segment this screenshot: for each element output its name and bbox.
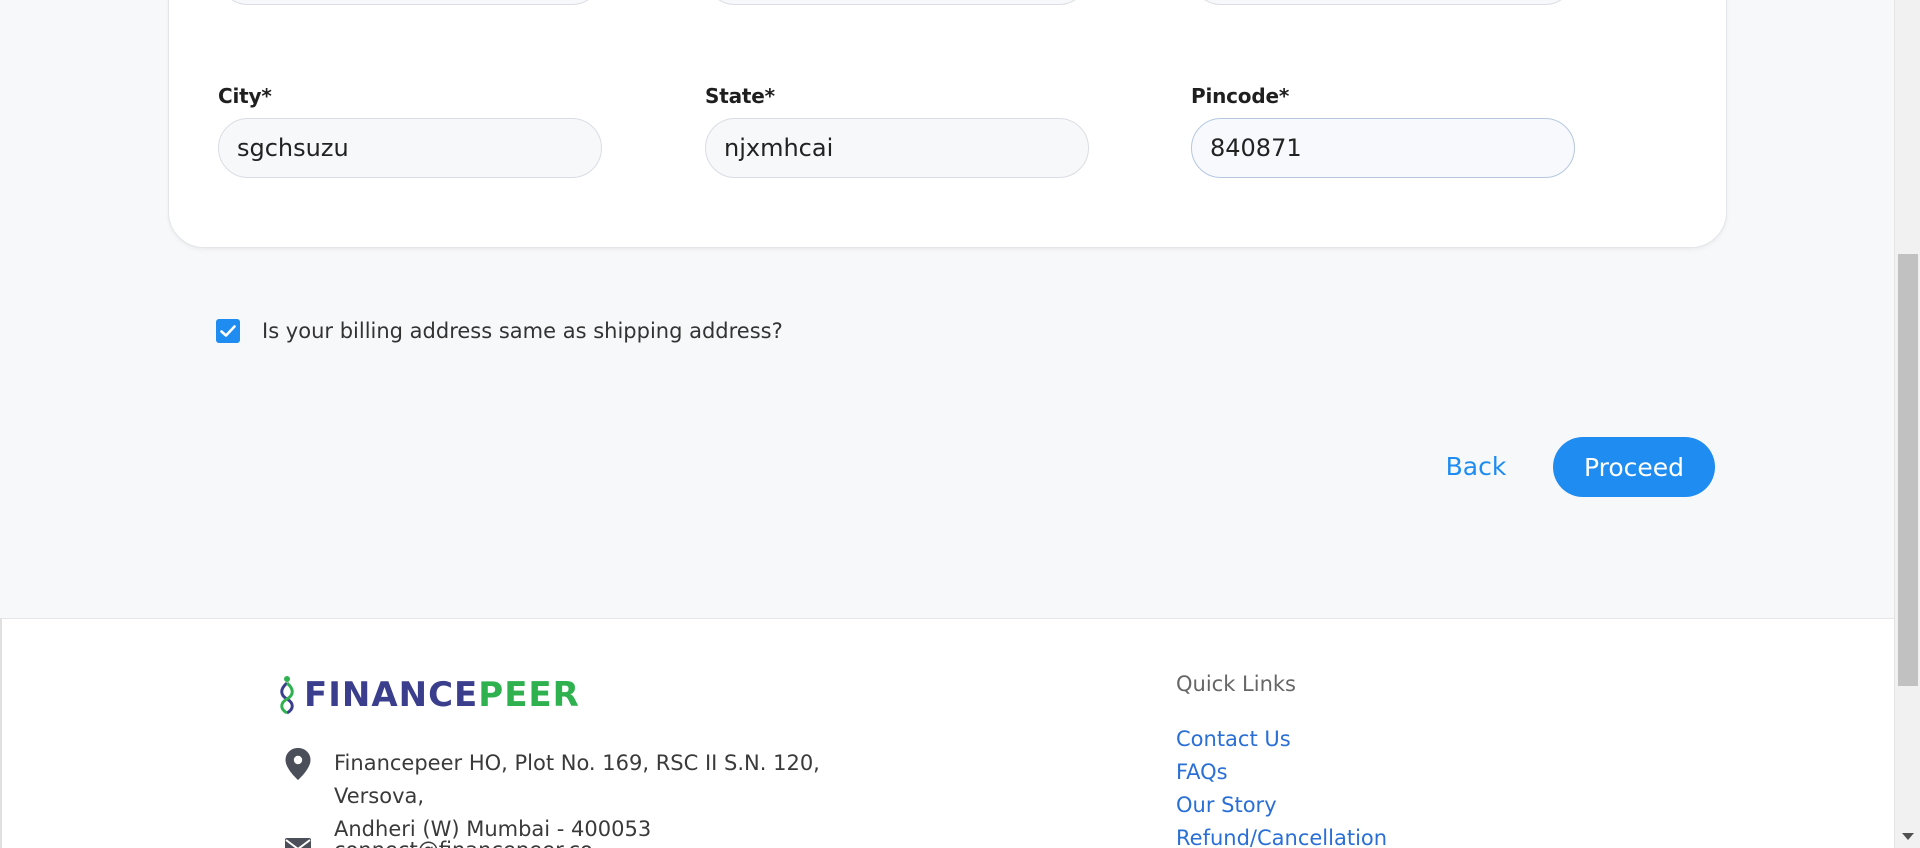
city-input[interactable] bbox=[218, 118, 602, 178]
quick-link-item: Refund/Cancellation bbox=[1176, 822, 1387, 848]
location-pin-icon bbox=[285, 748, 311, 780]
mail-icon bbox=[285, 838, 311, 848]
address-line-2-input[interactable] bbox=[705, 0, 1089, 5]
landmark-input[interactable] bbox=[1191, 0, 1575, 5]
scroll-down-arrow-icon[interactable] bbox=[1902, 833, 1914, 840]
footer-email: connect@financepeer.co bbox=[284, 837, 593, 848]
financepeer-logo-icon bbox=[280, 676, 294, 715]
footer-address: Financepeer HO, Plot No. 169, RSC II S.N… bbox=[284, 747, 894, 846]
financepeer-logo[interactable]: FINANCEPEER bbox=[278, 675, 580, 715]
billing-same-row: Is your billing address same as shipping… bbox=[216, 318, 783, 344]
footer-address-text: Financepeer HO, Plot No. 169, RSC II S.N… bbox=[334, 747, 894, 846]
quick-link-contact-us[interactable]: Contact Us bbox=[1176, 723, 1387, 756]
footer-email-text[interactable]: connect@financepeer.co bbox=[334, 837, 593, 848]
quick-links-title: Quick Links bbox=[1176, 672, 1297, 696]
footer: FINANCEPEER Financepeer HO, Plot No. 169… bbox=[0, 618, 1894, 848]
scrollbar-thumb[interactable] bbox=[1898, 254, 1918, 686]
logo-text-peer: PEER bbox=[478, 675, 580, 715]
address-line-1-input[interactable] bbox=[218, 0, 602, 5]
back-button[interactable]: Back bbox=[1430, 436, 1522, 496]
logo-text-finance: FINANCE bbox=[304, 675, 479, 715]
quick-link-faqs[interactable]: FAQs bbox=[1176, 756, 1387, 789]
state-label: State* bbox=[705, 84, 775, 108]
checkmark-icon bbox=[220, 325, 236, 337]
pincode-input[interactable] bbox=[1191, 118, 1575, 178]
billing-same-label: Is your billing address same as shipping… bbox=[262, 319, 783, 343]
city-label: City* bbox=[218, 84, 272, 108]
pincode-label: Pincode* bbox=[1191, 84, 1290, 108]
state-input[interactable] bbox=[705, 118, 1089, 178]
vertical-scrollbar[interactable] bbox=[1894, 0, 1920, 848]
billing-same-checkbox[interactable] bbox=[216, 319, 240, 343]
page: City* State* Pincode* Is your billing ad… bbox=[0, 0, 1920, 848]
quick-link-item: FAQs bbox=[1176, 756, 1387, 789]
quick-link-refund-cancellation[interactable]: Refund/Cancellation bbox=[1176, 822, 1387, 848]
quick-link-item: Contact Us bbox=[1176, 723, 1387, 756]
quick-link-item: Our Story bbox=[1176, 789, 1387, 822]
logo-text: FINANCEPEER bbox=[304, 675, 580, 715]
address-form-card: City* State* Pincode* bbox=[168, 0, 1727, 248]
quick-links-list: Contact Us FAQs Our Story Refund/Cancell… bbox=[1176, 723, 1387, 848]
proceed-button[interactable]: Proceed bbox=[1553, 437, 1715, 497]
quick-link-our-story[interactable]: Our Story bbox=[1176, 789, 1387, 822]
footer-address-line-1: Financepeer HO, Plot No. 169, RSC II S.N… bbox=[334, 751, 820, 808]
